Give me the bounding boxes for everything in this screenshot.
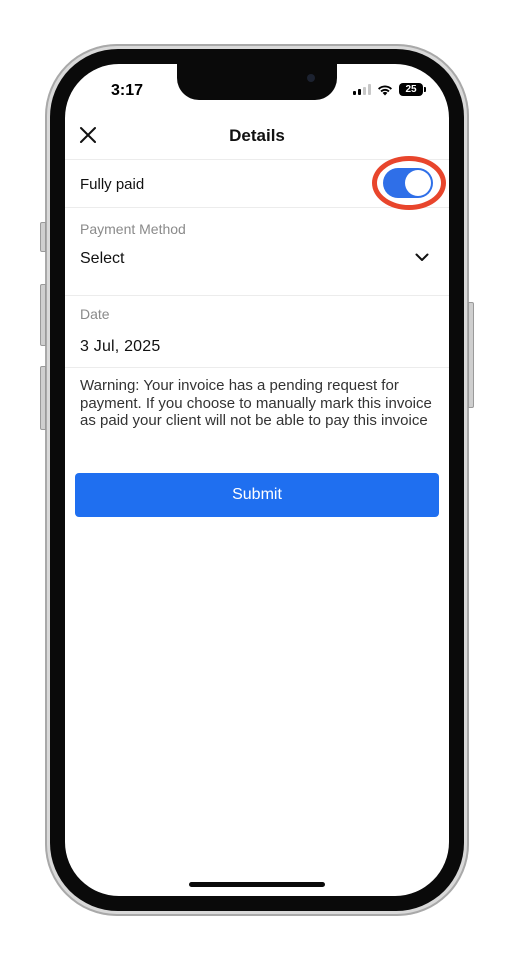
date-caption: Date [80, 306, 110, 322]
payment-method-row[interactable]: Payment Method Select [65, 208, 449, 296]
chevron-down-icon[interactable] [415, 253, 429, 262]
submit-button[interactable]: Submit [75, 473, 439, 517]
dynamic-notch [177, 64, 337, 100]
volume-down-button [40, 366, 46, 430]
date-row[interactable]: Date 3 Jul, 2025 [65, 296, 449, 368]
toggle-knob [405, 170, 431, 196]
page-title: Details [229, 126, 285, 145]
payment-method-caption: Payment Method [80, 221, 186, 237]
wifi-icon [377, 84, 393, 96]
home-indicator[interactable] [189, 882, 325, 887]
battery-icon: 25 [399, 83, 426, 96]
silent-switch [40, 222, 46, 252]
warning-text: Warning: Your invoice has a pending requ… [80, 377, 432, 429]
volume-up-button [40, 284, 46, 346]
status-indicators: 25 [353, 83, 426, 96]
nav-header: Details [65, 112, 449, 160]
fully-paid-label: Fully paid [80, 176, 145, 193]
front-camera [307, 74, 315, 82]
date-value[interactable]: 3 Jul, 2025 [80, 338, 160, 356]
screen: 3:17 25 Details Fully paid Payment Metho… [65, 64, 449, 896]
fully-paid-toggle[interactable] [383, 168, 433, 198]
fully-paid-row: Fully paid [65, 156, 449, 210]
status-time: 3:17 [111, 82, 144, 99]
payment-method-select[interactable]: Select [80, 250, 124, 268]
power-button [468, 302, 474, 408]
cellular-signal-icon [353, 84, 371, 95]
